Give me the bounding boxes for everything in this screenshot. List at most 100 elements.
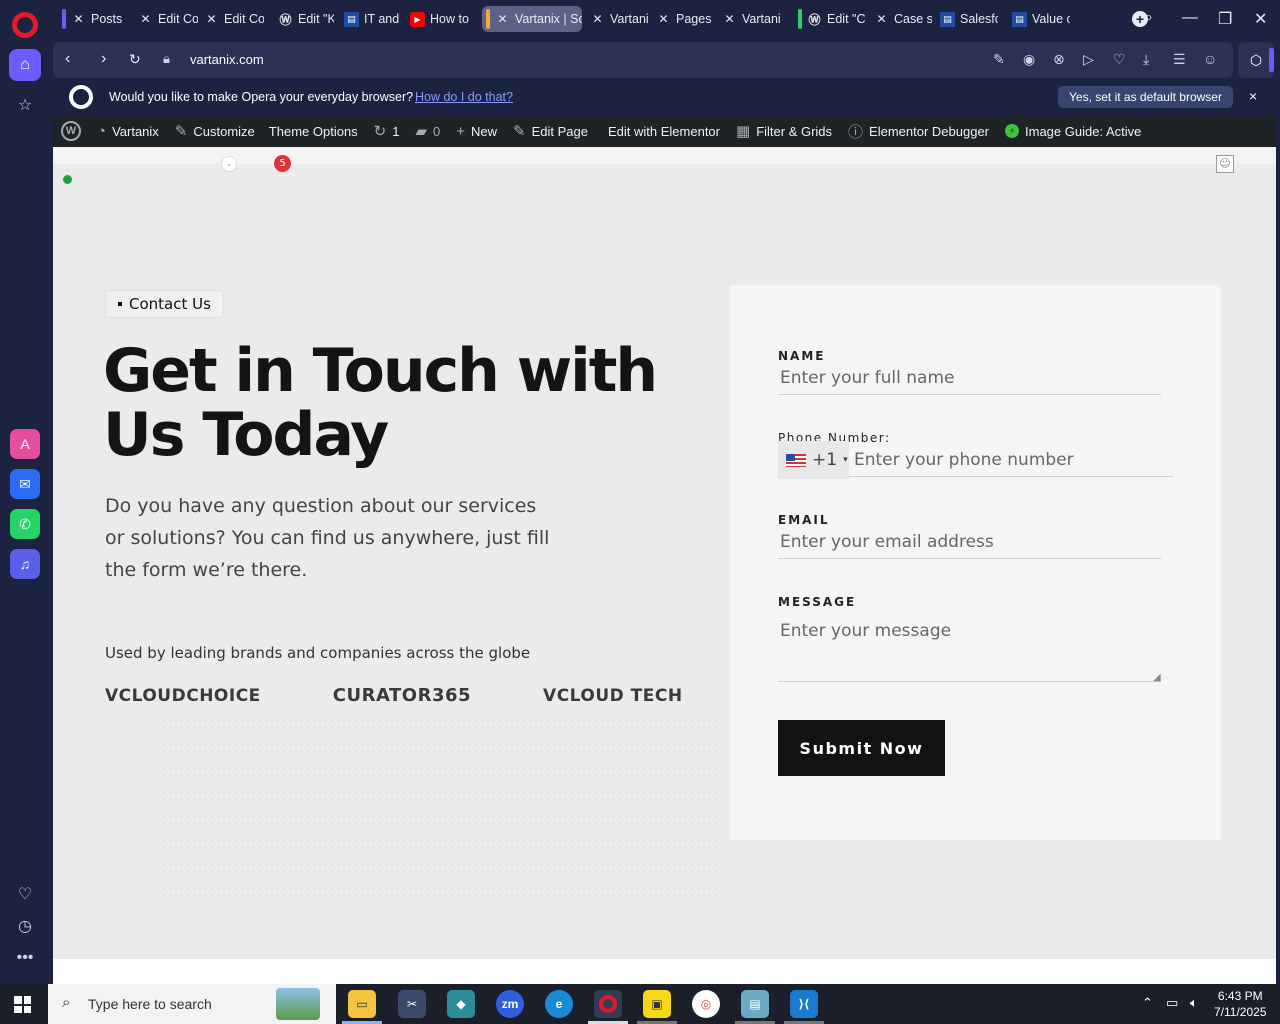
easy-setup-icon[interactable]: ☰: [1173, 51, 1186, 68]
back-icon[interactable]: ‹: [65, 50, 70, 68]
reload-icon[interactable]: ↻: [129, 51, 141, 68]
edit-share-icon[interactable]: ✎: [993, 51, 1005, 68]
user-avatar[interactable]: ☺: [1216, 155, 1234, 173]
info-icon: ⓘ: [848, 123, 864, 141]
snipping-tool-icon[interactable]: ✂: [398, 990, 426, 1018]
dot-pattern: [161, 712, 721, 902]
message-textarea[interactable]: Enter your message: [778, 616, 1161, 682]
email-input[interactable]: Enter your email address: [778, 527, 1161, 559]
extensions-cube-icon[interactable]: ⬡: [1238, 42, 1274, 78]
music-player-icon[interactable]: ♫: [10, 549, 40, 579]
page-subtext: Do you have any question about our servi…: [105, 495, 550, 581]
messenger-icon[interactable]: ✉: [10, 469, 40, 499]
forward-icon[interactable]: ›: [101, 50, 106, 68]
whatsapp-icon[interactable]: ✆: [10, 509, 40, 539]
sticky-notes-icon[interactable]: ▣: [643, 990, 671, 1018]
close-window-icon[interactable]: ✕: [1254, 9, 1267, 29]
youtube-icon: ▶: [410, 11, 425, 27]
tab[interactable]: ▤ Salesfo: [936, 6, 998, 32]
taskbar-clock[interactable]: 6:43 PM 7/11/2025: [1214, 988, 1267, 1020]
wp-edit-page-link[interactable]: ✎ Edit Page: [513, 122, 588, 140]
brand-logo-vcloudtech: VCLOUD TECH: [543, 685, 683, 706]
heart-icon[interactable]: ♡: [9, 878, 41, 910]
more-dots-icon[interactable]: •••: [9, 942, 41, 974]
updates-icon: ↻: [373, 123, 387, 140]
favorite-heart-icon[interactable]: ♡: [1113, 51, 1126, 68]
flow-send-icon[interactable]: ▷: [1083, 51, 1094, 68]
taskbar-search[interactable]: ⌕ Type here to search: [48, 984, 336, 1024]
chrome-icon[interactable]: ◎: [692, 990, 720, 1018]
notepad-icon[interactable]: ▤: [741, 990, 769, 1018]
us-flag-icon: [786, 453, 806, 467]
wp-image-guide-link[interactable]: ⚡ Image Guide: Active: [1005, 124, 1141, 139]
page-icon: ▤: [1012, 11, 1027, 27]
wp-logo-button[interactable]: W: [61, 121, 81, 141]
tab[interactable]: ▤ Value c: [1008, 6, 1070, 32]
app-diamond-icon[interactable]: ◆: [447, 990, 475, 1018]
network-icon[interactable]: ▭: [1166, 995, 1178, 1011]
aria-app-icon[interactable]: A: [10, 429, 40, 459]
tab[interactable]: ✕ Vartani: [586, 6, 648, 32]
submit-button[interactable]: Submit Now: [778, 720, 945, 776]
name-input[interactable]: Enter your full name: [778, 363, 1161, 395]
wp-new-link[interactable]: + New: [456, 123, 497, 140]
file-explorer-icon[interactable]: ▭: [348, 990, 376, 1018]
wp-filter-grids-link[interactable]: ▦ Filter & Grids: [736, 122, 832, 140]
wp-debugger-link[interactable]: ⓘ Elementor Debugger: [848, 121, 989, 142]
banner-question: Would you like to make Opera your everyd…: [109, 90, 414, 104]
bolt-icon: ⚡: [1005, 124, 1020, 138]
tray-chevron-icon[interactable]: ⌃: [1142, 995, 1153, 1011]
vscode-icon[interactable]: ⟩⟨: [790, 990, 818, 1018]
volume-icon[interactable]: 🔈︎: [1190, 995, 1198, 1011]
tab-active[interactable]: ✕ Vartanix | So: [482, 6, 582, 32]
tab[interactable]: ✕ Posts: [58, 6, 132, 32]
windows-start-icon[interactable]: [14, 996, 31, 1013]
download-icon[interactable]: ⤓: [1143, 51, 1149, 68]
opera-o-icon: [69, 85, 93, 109]
wp-customize-link[interactable]: ✎ Customize: [175, 122, 255, 140]
profile-icon[interactable]: ☺: [1203, 51, 1217, 67]
tab[interactable]: Ⓦ Edit "C: [794, 6, 866, 32]
wp-updates-link[interactable]: ↻ 1: [374, 122, 400, 140]
contact-us-pill: Contact Us: [105, 290, 224, 318]
wp-edit-elementor-link[interactable]: Edit with Elementor: [608, 124, 720, 139]
tab[interactable]: ✕ Edit Co: [134, 6, 198, 32]
tab[interactable]: ✕ Edit Co: [200, 6, 264, 32]
banner-close-icon[interactable]: ×: [1249, 88, 1257, 104]
wp-comments-link[interactable]: ▰ 0: [415, 122, 440, 140]
minimize-icon[interactable]: —: [1182, 9, 1198, 27]
url-field[interactable]: vartanix.com: [190, 52, 264, 67]
windows-taskbar: ⌕ Type here to search ▭ ✂ ◆ zm e ▣ ◎ ▤ ⟩…: [0, 984, 1280, 1024]
tab[interactable]: ✕ Vartani: [718, 6, 780, 32]
how-to-link[interactable]: How do I do that?: [415, 90, 513, 104]
address-bar: ‹ › ↻ 🔒︎ vartanix.com ✎ ◉ ⊗ ▷ ♡ ⤓ ☰ ☺: [53, 42, 1233, 78]
adblock-icon[interactable]: ⊗: [1053, 51, 1065, 68]
search-highlight-image: [276, 988, 320, 1020]
search-tabs-icon[interactable]: ⌕: [1144, 9, 1153, 27]
lock-icon: 🔒︎: [163, 51, 170, 66]
opera-taskbar-icon[interactable]: [594, 990, 622, 1018]
tab[interactable]: Ⓦ Edit "K: [274, 6, 334, 32]
brand-logo-curator365: CURATOR365: [332, 685, 472, 706]
bookmarks-star-icon[interactable]: ☆: [9, 89, 41, 121]
tab[interactable]: ▤ IT and: [340, 6, 400, 32]
wp-theme-options-link[interactable]: Theme Options: [269, 124, 358, 139]
restore-icon[interactable]: ❐: [1218, 9, 1232, 29]
notification-badge[interactable]: 5: [274, 155, 291, 172]
country-code-select[interactable]: +1 ▾: [778, 441, 849, 479]
snapshot-camera-icon[interactable]: ◉: [1023, 51, 1035, 68]
tab[interactable]: ✕Case st: [870, 6, 932, 32]
resize-handle-icon[interactable]: ◢: [1153, 672, 1161, 683]
tab[interactable]: ✕ Pages: [652, 6, 714, 32]
wp-site-link[interactable]: ◔ Vartanix: [97, 123, 159, 140]
set-default-button[interactable]: Yes, set it as default browser: [1058, 86, 1233, 108]
zoom-icon[interactable]: zm: [496, 990, 524, 1018]
tab[interactable]: ▶ How to: [406, 6, 472, 32]
edge-icon[interactable]: e: [545, 990, 573, 1018]
opera-logo-icon[interactable]: [12, 12, 38, 38]
home-icon[interactable]: ⌂: [9, 49, 41, 81]
dropdown-circle-icon[interactable]: ⌄: [221, 156, 237, 172]
history-clock-icon[interactable]: ◷: [9, 910, 41, 942]
page-bottom-area: [53, 959, 1276, 984]
comment-icon: ▰: [415, 123, 428, 140]
